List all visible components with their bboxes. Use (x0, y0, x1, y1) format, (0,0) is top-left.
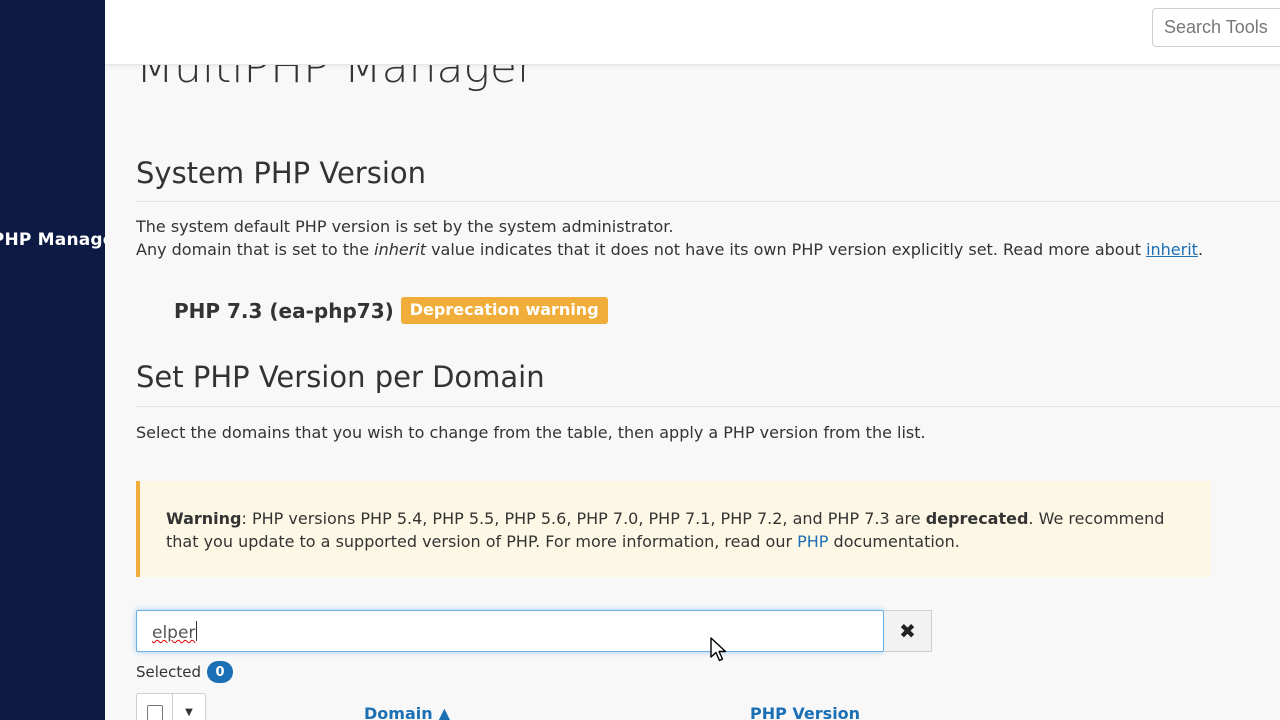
mouse-pointer-icon (710, 637, 727, 662)
alert-strong-deprecated: deprecated (925, 509, 1029, 528)
alert-strong: Warning (166, 509, 242, 528)
clear-filter-button[interactable]: ✖ (884, 610, 932, 652)
sidebar-item-multiphp-manager[interactable]: MultiPHP Manager (0, 230, 105, 250)
divider (136, 201, 1280, 202)
domain-filter-input[interactable]: elper (136, 610, 884, 652)
main-content: MultiPHP Manager System PHP Version The … (136, 0, 1280, 720)
per-domain-heading: Set PHP Version per Domain (136, 360, 545, 394)
text-caret (196, 621, 198, 641)
text: : PHP versions PHP 5.4, PHP 5.5, PHP 5.6… (241, 509, 926, 528)
bulk-select-control[interactable]: ▼ (136, 693, 206, 720)
selected-count-badge: 0 (207, 661, 234, 683)
top-bar: Search Tools (105, 0, 1280, 65)
system-php-line2: Any domain that is set to the inherit va… (136, 238, 1203, 261)
text: value indicates that it does not have it… (426, 240, 1147, 259)
search-tools-placeholder: Search Tools (1164, 17, 1268, 37)
alert-line1: Warning: PHP versions PHP 5.4, PHP 5.5, … (166, 507, 1211, 530)
text: that you update to a supported version o… (166, 532, 798, 551)
text: documentation. (828, 532, 960, 551)
selected-label: Selected (136, 663, 202, 681)
php-documentation-link[interactable]: PHP (797, 532, 828, 551)
system-php-line1: The system default PHP version is set by… (136, 217, 674, 236)
select-all-checkbox[interactable] (137, 694, 173, 720)
search-tools-input[interactable]: Search Tools (1152, 8, 1280, 47)
text: Any domain that is set to the (136, 240, 375, 259)
system-php-version: PHP 7.3 (ea-php73) Deprecation warning (174, 297, 608, 324)
column-header-domain[interactable]: Domain ▲ (364, 704, 451, 720)
sidebar-item-label: MultiPHP Manager (0, 230, 105, 250)
system-php-heading: System PHP Version (136, 156, 426, 190)
column-header-php-version[interactable]: PHP Version (750, 704, 860, 720)
chevron-down-icon[interactable]: ▼ (173, 694, 205, 720)
text: . We recommend (1028, 509, 1165, 528)
filter-value: elper (152, 623, 196, 643)
inherit-link[interactable]: inherit (1146, 240, 1198, 259)
checkbox-icon (146, 705, 163, 720)
php-version-label: PHP 7.3 (ea-php73) (174, 298, 394, 323)
deprecation-alert: Warning: PHP versions PHP 5.4, PHP 5.5, … (136, 481, 1211, 577)
divider (136, 406, 1280, 407)
per-domain-description: Select the domains that you wish to chan… (136, 423, 926, 442)
alert-line2: that you update to a supported version o… (166, 530, 1211, 553)
text: . (1197, 240, 1204, 259)
deprecation-warning-badge: Deprecation warning (400, 297, 608, 324)
sidebar: MultiPHP Manager (0, 0, 105, 720)
close-icon: ✖ (899, 619, 916, 643)
selected-count: Selected 0 (136, 661, 234, 683)
inherit-emphasis: inherit (374, 240, 426, 259)
